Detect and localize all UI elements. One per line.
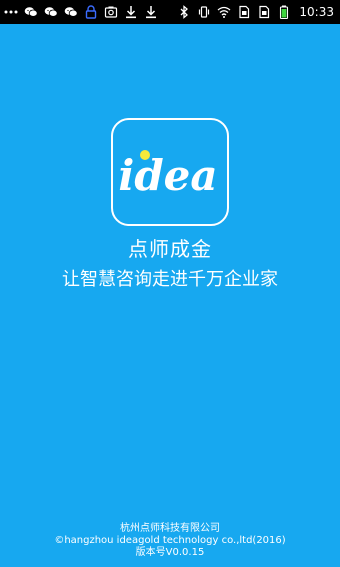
wechat-icon <box>64 5 78 19</box>
wifi-icon <box>217 5 231 19</box>
lock-icon <box>84 5 98 19</box>
status-time: 10:33 <box>299 5 334 19</box>
brand-slogan: 让智慧咨询走进千万企业家 <box>62 269 278 290</box>
status-bar-left <box>4 0 158 24</box>
battery-icon <box>277 5 291 19</box>
more-icon <box>4 5 18 19</box>
logo-text: idea <box>118 151 217 200</box>
bluetooth-icon <box>177 5 191 19</box>
footer: 杭州点师科技有限公司 ©hangzhou ideagold technology… <box>0 523 340 559</box>
idea-logo-icon: idea <box>118 150 218 200</box>
download-icon <box>144 5 158 19</box>
status-bar-right: 10:33 <box>177 0 334 24</box>
vibrate-icon <box>197 5 211 19</box>
download-icon <box>124 5 138 19</box>
wechat-icon <box>44 5 58 19</box>
app-logo: idea <box>111 118 229 226</box>
wechat-icon <box>24 5 38 19</box>
footer-version: 版本号V0.0.15 <box>135 547 205 558</box>
screenshot-icon <box>104 5 118 19</box>
status-bar: 10:33 <box>0 0 340 24</box>
brand-title: 点师成金 <box>128 237 212 261</box>
footer-company: 杭州点师科技有限公司 <box>120 523 220 534</box>
sim-icon <box>257 5 271 19</box>
footer-copyright: ©hangzhou ideagold technology co.,ltd(20… <box>54 535 286 546</box>
sim-icon <box>237 5 251 19</box>
